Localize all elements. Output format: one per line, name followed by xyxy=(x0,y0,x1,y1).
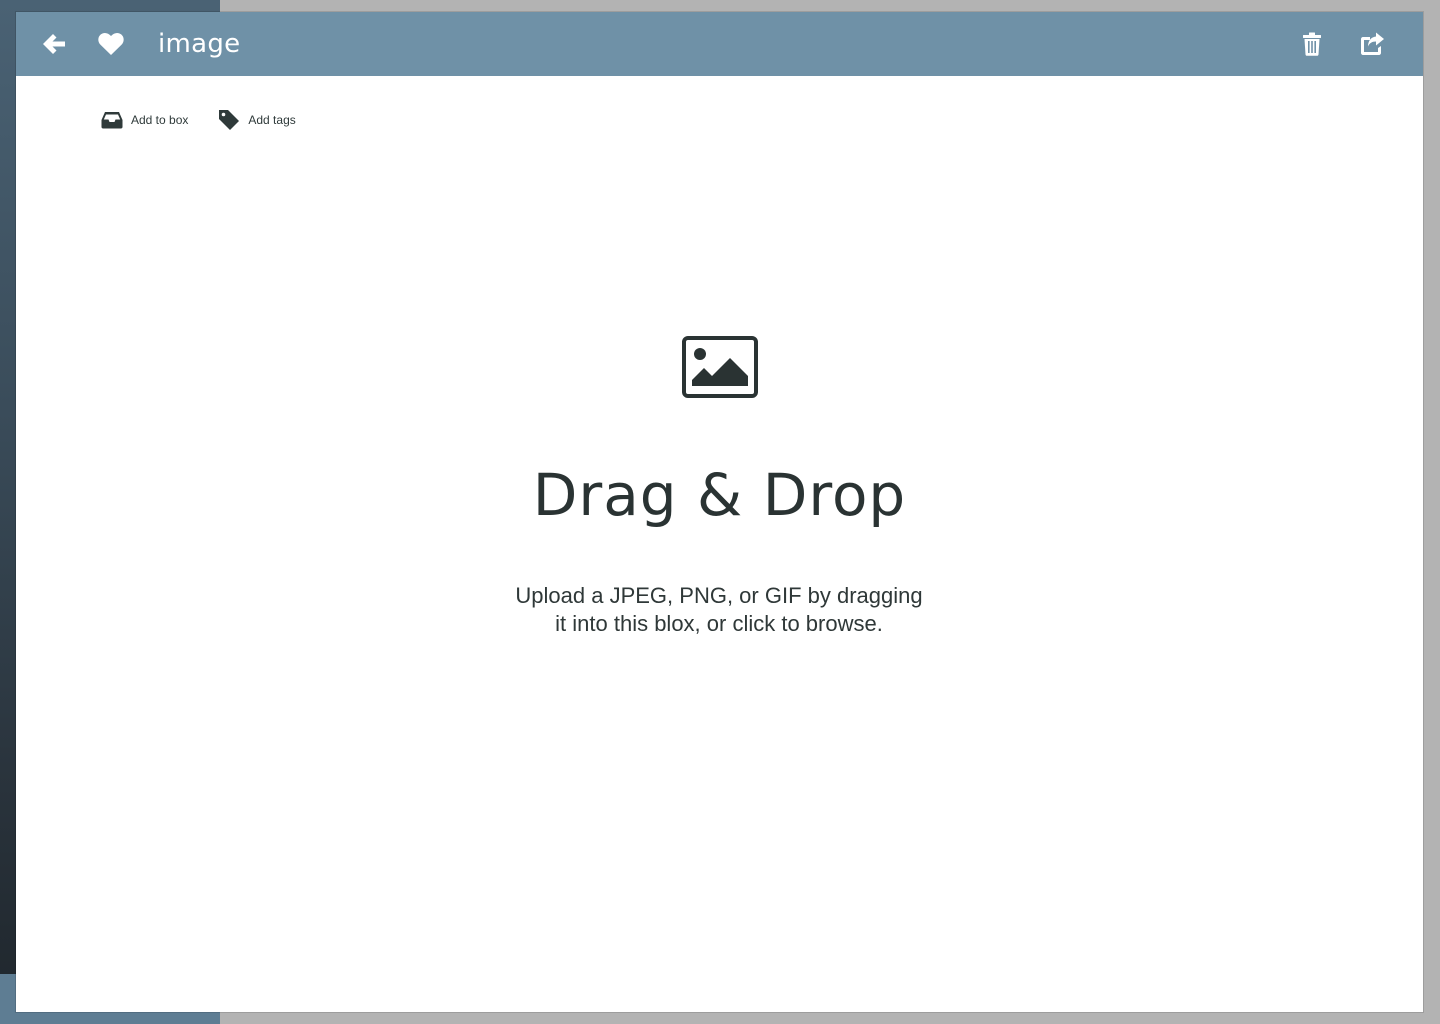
share-button[interactable] xyxy=(1354,26,1390,62)
modal-header: image xyxy=(16,12,1423,76)
heart-icon xyxy=(98,32,124,55)
dropzone-heading: Drag & Drop xyxy=(532,461,907,529)
back-button[interactable] xyxy=(36,26,72,62)
share-icon xyxy=(1361,32,1384,55)
image-icon xyxy=(682,336,758,398)
dropzone-instructions: Upload a JPEG, PNG, or GIF by dragging i… xyxy=(469,582,969,638)
dropzone-instructions-line-2: it into this blox, or click to browse. xyxy=(555,611,883,636)
favorite-button[interactable] xyxy=(93,26,129,62)
delete-button[interactable] xyxy=(1294,26,1330,62)
image-editor-modal: image Add to box Add tags Drag & Drop Up… xyxy=(16,12,1423,1012)
trash-icon xyxy=(1303,32,1321,56)
arrow-left-icon xyxy=(43,34,65,54)
page-title: image xyxy=(158,29,241,59)
image-dropzone[interactable]: Drag & Drop Upload a JPEG, PNG, or GIF b… xyxy=(16,76,1423,1012)
dropzone-instructions-line-1: Upload a JPEG, PNG, or GIF by dragging xyxy=(515,583,923,608)
